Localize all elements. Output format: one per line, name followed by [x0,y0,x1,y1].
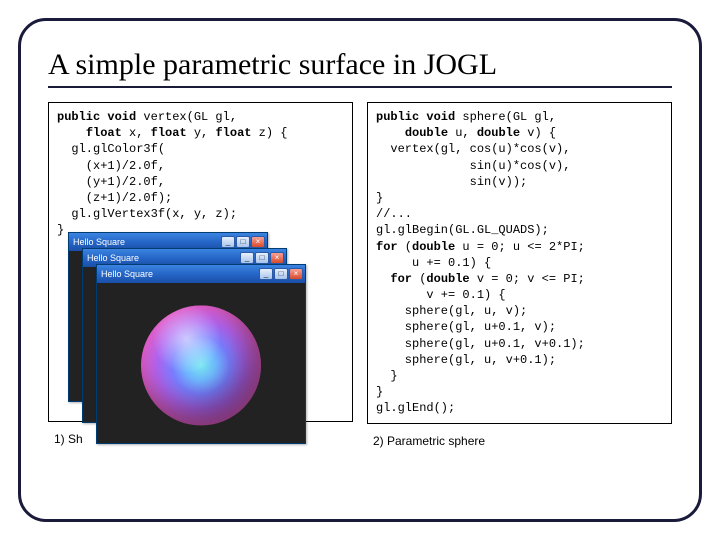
window-title: Hello Square [87,253,139,263]
window-client [97,283,305,443]
window-title: Hello Square [101,269,153,279]
maximize-icon[interactable]: □ [255,252,269,264]
window-title: Hello Square [73,237,125,247]
rendered-sphere [141,305,261,425]
close-icon[interactable]: × [251,236,265,248]
close-icon[interactable]: × [289,268,303,280]
maximize-icon[interactable]: □ [236,236,250,248]
slide-title: A simple parametric surface in JOGL [48,48,672,88]
left-column: public void vertex(GL gl, float x, float… [48,102,353,448]
window-front: Hello Square _ □ × [96,264,306,444]
minimize-icon[interactable]: _ [240,252,254,264]
maximize-icon[interactable]: □ [274,268,288,280]
titlebar-buttons: _ □ × [259,268,303,280]
slide-content: A simple parametric surface in JOGL publ… [48,48,672,500]
titlebar: Hello Square _ □ × [97,265,305,283]
titlebar-buttons: _ □ × [240,252,284,264]
close-icon[interactable]: × [270,252,284,264]
window-stack: Hello Square _ □ × Hello Square _ [68,232,318,452]
code-right: public void sphere(GL gl, double u, doub… [367,102,672,424]
right-column: public void sphere(GL gl, double u, doub… [367,102,672,448]
minimize-icon[interactable]: _ [221,236,235,248]
columns: public void vertex(GL gl, float x, float… [48,102,672,448]
caption-right: 2) Parametric sphere [367,434,672,448]
titlebar-buttons: _ □ × [221,236,265,248]
minimize-icon[interactable]: _ [259,268,273,280]
